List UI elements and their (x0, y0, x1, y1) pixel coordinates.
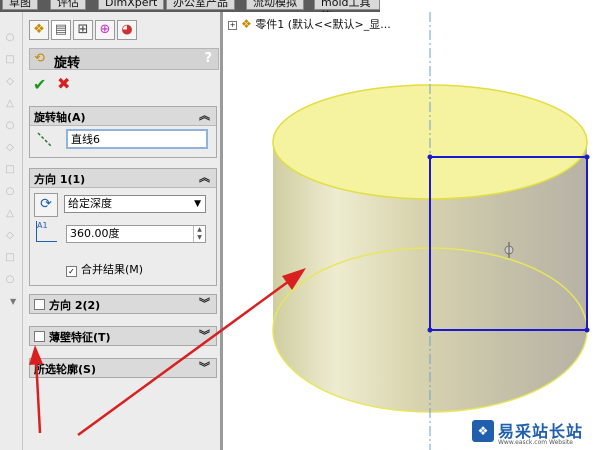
watermark-logo-icon: ❖ (472, 420, 494, 442)
annotation-arrow-vertical (29, 345, 43, 434)
annotation-arrow-diagonal (77, 268, 306, 437)
sketch-point[interactable] (427, 154, 433, 160)
sketch-point[interactable] (584, 327, 590, 333)
sketch-point[interactable] (427, 327, 433, 333)
sketch-point[interactable] (584, 154, 590, 160)
watermark-subtitle: Www.easck.com Website (498, 439, 573, 446)
model-viewport-svg (29, 12, 590, 450)
site-watermark: ❖ 易采站长站 Www.easck.com Website (468, 414, 600, 450)
